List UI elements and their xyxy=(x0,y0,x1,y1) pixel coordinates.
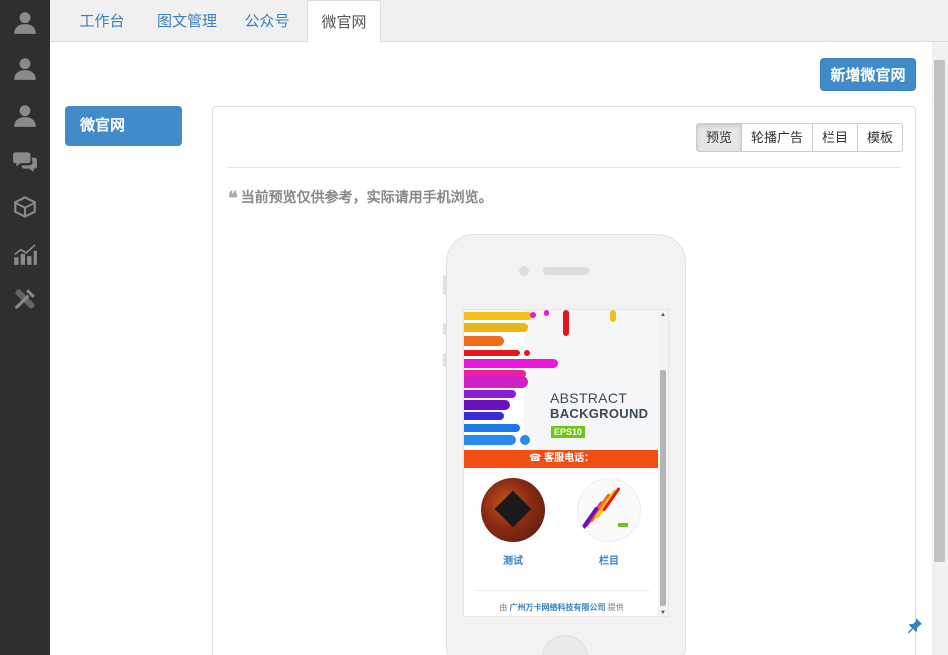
footer-divider xyxy=(474,590,650,591)
user-icon xyxy=(14,12,36,34)
top-tab-bar: 工作台 图文管理 公众号 微官网 xyxy=(50,0,948,43)
banner-title-line1: ABSTRACT xyxy=(550,390,628,406)
tab-micro-site[interactable]: 微官网 xyxy=(307,0,381,43)
rail-chart-item[interactable] xyxy=(0,234,50,274)
user-icon xyxy=(14,58,36,80)
preview-scroll-thumb[interactable] xyxy=(660,370,666,606)
preview-button[interactable]: 预览 xyxy=(696,123,743,152)
panel-divider xyxy=(228,167,900,168)
side-nav-micro-site[interactable]: 微官网 xyxy=(65,106,182,146)
scroll-up-arrow-icon[interactable]: ▲ xyxy=(660,312,666,318)
phone-side-key xyxy=(443,275,447,295)
footer-suffix: 提供 xyxy=(607,603,624,612)
hotline-bar[interactable]: ☎ 客服电话： xyxy=(464,450,659,468)
phone-camera xyxy=(519,266,529,276)
columns-button[interactable]: 栏目 xyxy=(812,123,859,152)
banner-title-line2: BACKGROUND xyxy=(550,406,649,421)
rail-chat-item[interactable] xyxy=(0,141,50,181)
rail-tools-item[interactable] xyxy=(0,279,50,319)
chart-icon xyxy=(14,244,37,265)
rail-user-icon-3[interactable] xyxy=(0,95,50,135)
templates-button[interactable]: 模板 xyxy=(857,123,904,152)
footer-company-link[interactable]: 广州万卡网络科技有限公司 xyxy=(510,603,606,612)
rail-user-icon-1[interactable] xyxy=(0,2,50,42)
tile-label-columns[interactable]: 栏目 xyxy=(577,552,641,567)
new-micro-site-button[interactable]: 新增微官网 xyxy=(820,58,916,91)
pin-icon[interactable] xyxy=(907,617,923,633)
tab-article-management[interactable]: 图文管理 xyxy=(147,0,227,42)
tile-image-stripes xyxy=(581,487,628,530)
box-icon xyxy=(14,196,36,218)
page-scroll-thumb[interactable] xyxy=(934,60,945,562)
phone-mockup: ABSTRACT BACKGROUND EPS10 ☎ 客服电话： 测试 栏目 … xyxy=(443,234,686,655)
banner-image[interactable]: ABSTRACT BACKGROUND EPS10 xyxy=(464,310,659,450)
tools-icon xyxy=(15,289,35,309)
user-icon xyxy=(14,105,36,127)
preview-note-text: 当前预览仅供参考，实际请用手机浏览。 xyxy=(240,189,493,205)
panel-button-group: 预览 轮播广告 栏目 模板 xyxy=(696,123,904,153)
phone-home-button xyxy=(542,635,588,655)
banner-badge: EPS10 xyxy=(551,426,586,438)
tile-image-columns[interactable] xyxy=(577,478,641,542)
preview-note: ❝ 当前预览仅供参考，实际请用手机浏览。 xyxy=(228,187,493,209)
phone-speaker xyxy=(543,267,589,275)
scroll-down-arrow-icon[interactable]: ▼ xyxy=(660,610,666,616)
phone-icon: ☎ xyxy=(528,453,542,464)
tab-official-account[interactable]: 公众号 xyxy=(237,0,297,42)
tile-label-test[interactable]: 测试 xyxy=(481,552,545,567)
phone-screen[interactable]: ABSTRACT BACKGROUND EPS10 ☎ 客服电话： 测试 栏目 … xyxy=(463,309,669,617)
phone-side-key xyxy=(443,353,447,367)
quote-icon: ❝ xyxy=(228,188,238,209)
carousel-ads-button[interactable]: 轮播广告 xyxy=(741,123,814,152)
preview-footer: 由 广州万卡网络科技有限公司 提供 xyxy=(464,602,659,613)
rail-user-icon-2[interactable] xyxy=(0,48,50,88)
hotline-label: 客服电话： xyxy=(544,453,595,464)
phone-side-key xyxy=(443,323,447,335)
preview-scrollbar[interactable]: ▲ ▼ xyxy=(658,310,668,616)
chat-bubbles-icon xyxy=(13,152,37,172)
footer-prefix: 由 xyxy=(499,603,508,612)
tile-image-diamond xyxy=(494,490,532,528)
left-rail xyxy=(0,0,50,655)
rail-box-item[interactable] xyxy=(0,187,50,227)
tile-image-test[interactable] xyxy=(481,478,545,542)
preview-panel: 预览 轮播广告 栏目 模板 ❝ 当前预览仅供参考，实际请用手机浏览。 ABSTR… xyxy=(212,106,916,655)
tab-workbench[interactable]: 工作台 xyxy=(67,0,137,42)
